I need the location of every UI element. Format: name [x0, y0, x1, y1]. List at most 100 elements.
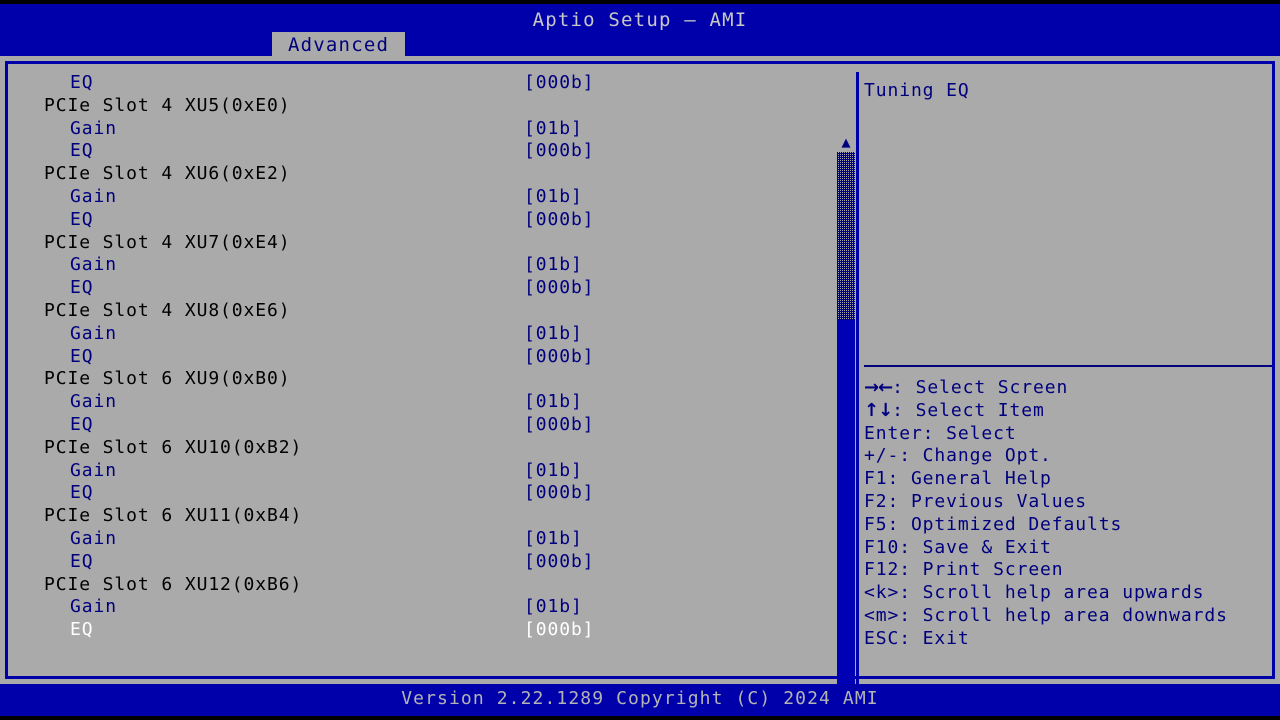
settings-row[interactable]: Gain[01b] [20, 254, 832, 277]
settings-row-label: PCIe Slot 4 XU5(0xE0) [44, 95, 290, 118]
arrow-keys-icon: ↑↓ [864, 400, 892, 421]
settings-row-value[interactable]: [000b] [524, 277, 594, 300]
settings-row-value[interactable]: [01b] [524, 254, 583, 277]
settings-row-value[interactable]: [000b] [524, 482, 594, 505]
settings-group-header: PCIe Slot 4 XU6(0xE2) [20, 163, 832, 186]
settings-row[interactable]: EQ [000b] [20, 482, 832, 505]
key-legend-label: +/-: Change Opt. [864, 445, 1052, 466]
settings-row-value[interactable]: [000b] [524, 551, 594, 574]
settings-row-label: EQ [70, 209, 93, 232]
footer-bar: Version 2.22.1289 Copyright (C) 2024 AMI [0, 684, 1280, 716]
settings-row-value[interactable]: [000b] [524, 140, 594, 163]
settings-group-header: PCIe Slot 6 XU11(0xB4) [20, 505, 832, 528]
settings-row-value[interactable]: [01b] [524, 323, 583, 346]
tab-advanced[interactable]: Advanced [272, 32, 405, 58]
key-legend-row: ESC: Exit [864, 628, 1280, 651]
settings-row-value[interactable]: [000b] [524, 72, 594, 95]
settings-row-label: Gain [70, 186, 117, 209]
settings-row-value[interactable]: [01b] [524, 391, 583, 414]
settings-row[interactable]: EQ [000b] [20, 209, 832, 232]
settings-group-header: PCIe Slot 4 XU7(0xE4) [20, 232, 832, 255]
settings-row-label: PCIe Slot 4 XU6(0xE2) [44, 163, 290, 186]
settings-row[interactable]: Gain [01b] [20, 186, 832, 209]
version-text: Version 2.22.1289 Copyright (C) 2024 AMI [0, 687, 1280, 711]
scrollbar-thumb[interactable] [837, 320, 855, 688]
scroll-up-arrow-icon[interactable]: ▲ [836, 134, 856, 150]
settings-row[interactable]: Gain [01b] [20, 460, 832, 483]
settings-row-value[interactable]: [000b] [524, 346, 594, 369]
settings-row[interactable]: Gain [01b] [20, 391, 832, 414]
settings-row-label: EQ [70, 619, 93, 642]
key-legend-label: ESC: Exit [864, 628, 970, 649]
settings-row[interactable]: Gain [01b] [20, 118, 832, 141]
settings-row[interactable]: EQ [000b] [20, 277, 832, 300]
settings-row[interactable]: EQ [000b] [20, 140, 832, 163]
settings-row-label: PCIe Slot 6 XU11(0xB4) [44, 505, 302, 528]
settings-row-value[interactable]: [01b] [524, 186, 583, 209]
title-bar: Aptio Setup – AMI Advanced [0, 4, 1280, 56]
key-legend-label: : Select Screen [892, 377, 1068, 398]
settings-row[interactable]: EQ [000b] [20, 346, 832, 369]
settings-row[interactable]: EQ [000b] [20, 72, 832, 95]
settings-row[interactable]: EQ [000b] [20, 619, 832, 642]
settings-group-header: PCIe Slot 4 XU5(0xE0) [20, 95, 832, 118]
key-legend-row: +/-: Change Opt. [864, 445, 1280, 468]
key-legend-label: F12: Print Screen [864, 559, 1064, 580]
settings-row-label: Gain [70, 528, 117, 551]
help-panel: Tuning EQ →←: Select Screen↑↓: Select It… [864, 72, 1272, 684]
key-legend-row: →←: Select Screen [864, 377, 1280, 400]
key-legend-label: F1: General Help [864, 468, 1052, 489]
settings-row-label: Gain [70, 391, 117, 414]
settings-row-label: PCIe Slot 6 XU12(0xB6) [44, 574, 302, 597]
settings-row-label: PCIe Slot 4 XU7(0xE4) [44, 232, 290, 255]
panel-divider [856, 72, 859, 684]
help-separator [864, 365, 1272, 367]
settings-group-header: PCIe Slot 6 XU9(0xB0) [20, 368, 832, 391]
list-scrollbar[interactable]: ▲ ▼ [834, 134, 858, 706]
settings-row-label: EQ [70, 551, 93, 574]
key-legend-row: F5: Optimized Defaults [864, 514, 1280, 537]
bios-setup-screen: Aptio Setup – AMI Advanced EQ [000b] PCIe … [0, 0, 1280, 720]
settings-row-label: EQ [70, 482, 93, 505]
settings-row-value[interactable]: [01b] [524, 596, 583, 619]
settings-row[interactable]: Gain [01b] [20, 528, 832, 551]
page-title: Aptio Setup – AMI [0, 8, 1280, 32]
settings-row-label: PCIe Slot 6 XU9(0xB0) [44, 368, 290, 391]
settings-row-label: Gain [70, 460, 117, 483]
arrow-keys-icon: →← [864, 377, 892, 398]
settings-row-value[interactable]: [000b] [524, 619, 594, 642]
settings-group-header: PCIe Slot 6 XU12(0xB6) [20, 574, 832, 597]
bottom-black-border [0, 716, 1280, 720]
settings-row-label: EQ [70, 346, 93, 369]
body-area: EQ[000b]PCIe Slot 4 XU5(0xE0)Gain[01b]EQ… [0, 56, 1280, 684]
settings-row-label: EQ [70, 140, 93, 163]
settings-row-label: PCIe Slot 4 XU8(0xE6) [44, 300, 290, 323]
key-legend: →←: Select Screen↑↓: Select ItemEnter: S… [864, 377, 1280, 651]
settings-row-label: Gain [70, 118, 117, 141]
settings-row-label: EQ [70, 72, 93, 95]
key-legend-label: <m>: Scroll help area downwards [864, 605, 1228, 626]
key-legend-label: F10: Save & Exit [864, 537, 1052, 558]
key-legend-row: F10: Save & Exit [864, 537, 1280, 560]
key-legend-label: : Select Item [892, 400, 1045, 421]
settings-row-label: Gain [70, 323, 117, 346]
key-legend-row: Enter: Select [864, 423, 1280, 446]
settings-row-value[interactable]: [01b] [524, 528, 583, 551]
tab-bar: Advanced [0, 32, 1280, 58]
settings-group-header: PCIe Slot 4 XU8(0xE6) [20, 300, 832, 323]
settings-row-label: EQ [70, 277, 93, 300]
settings-list[interactable]: EQ[000b]PCIe Slot 4 XU5(0xE0)Gain[01b]EQ… [20, 72, 832, 684]
settings-row-value[interactable]: [01b] [524, 460, 583, 483]
key-legend-row: ↑↓: Select Item [864, 400, 1280, 423]
settings-row-label: Gain [70, 596, 117, 619]
key-legend-label: <k>: Scroll help area upwards [864, 582, 1204, 603]
settings-row-value[interactable]: [000b] [524, 209, 594, 232]
settings-row[interactable]: Gain [01b] [20, 596, 832, 619]
settings-row[interactable]: Gain [01b] [20, 323, 832, 346]
settings-row-value[interactable]: [000b] [524, 414, 594, 437]
key-legend-row: F1: General Help [864, 468, 1280, 491]
settings-row-value[interactable]: [01b] [524, 118, 583, 141]
settings-row[interactable]: EQ[000b] [20, 414, 832, 437]
settings-row[interactable]: EQ [000b] [20, 551, 832, 574]
key-legend-label: Enter: Select [864, 423, 1017, 444]
